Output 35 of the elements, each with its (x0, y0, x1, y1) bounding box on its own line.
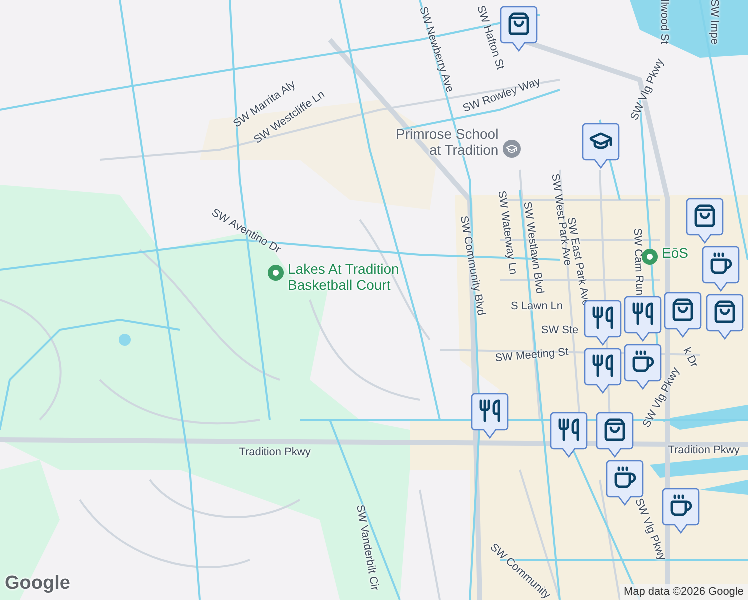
street-label: SW Hafton St (474, 4, 506, 72)
street-label: SW Rowley Way (462, 76, 542, 116)
street-label: SW Vlg Pkwy (632, 497, 668, 563)
shopping-bag-icon (693, 204, 717, 228)
street-label: llwood St (658, 0, 670, 44)
street-label: SW Community Blvd (458, 215, 486, 317)
street-label: SW Westlawn Blvd (521, 201, 545, 295)
fork-knife-icon (631, 302, 655, 326)
coffee-cup-icon (613, 466, 637, 490)
fork-knife-icon (591, 306, 615, 330)
street-label: Tradition Pkwy (239, 448, 311, 458)
coffee-cup-icon (631, 350, 655, 374)
fork-knife-icon (478, 399, 502, 423)
street-label: SW Meeting St (494, 347, 570, 365)
shopping-bag-icon (713, 300, 737, 324)
shopping-bag-icon (507, 12, 531, 36)
fork-knife-icon (591, 354, 615, 378)
street-label: SW Impe (708, 0, 720, 45)
street-label: SW Waterway Ln (496, 190, 518, 276)
attribution-text: Map data ©2026 Google (620, 584, 748, 600)
street-label: SW Cam Run (631, 228, 645, 296)
shopping-bag-icon (603, 418, 627, 442)
street-label: SW Vlg Pkwy (630, 58, 666, 122)
coffee-cup-icon (669, 494, 693, 518)
place-name[interactable]: Lakes At Tradition Basketball Court (288, 261, 400, 293)
shopping-bag-icon (671, 298, 695, 322)
coffee-cup-icon (709, 252, 733, 276)
street-label: SW Vanderbilt Cir (354, 504, 380, 592)
fork-knife-icon (557, 418, 581, 442)
map-logo: Google (5, 572, 70, 596)
park-pin-icon (642, 249, 658, 265)
place-name[interactable]: EōS (662, 245, 688, 261)
street-label: SW Ste (541, 326, 579, 336)
street-label: Tradition Pkwy (668, 446, 740, 456)
street-label: k Dr (680, 346, 700, 370)
